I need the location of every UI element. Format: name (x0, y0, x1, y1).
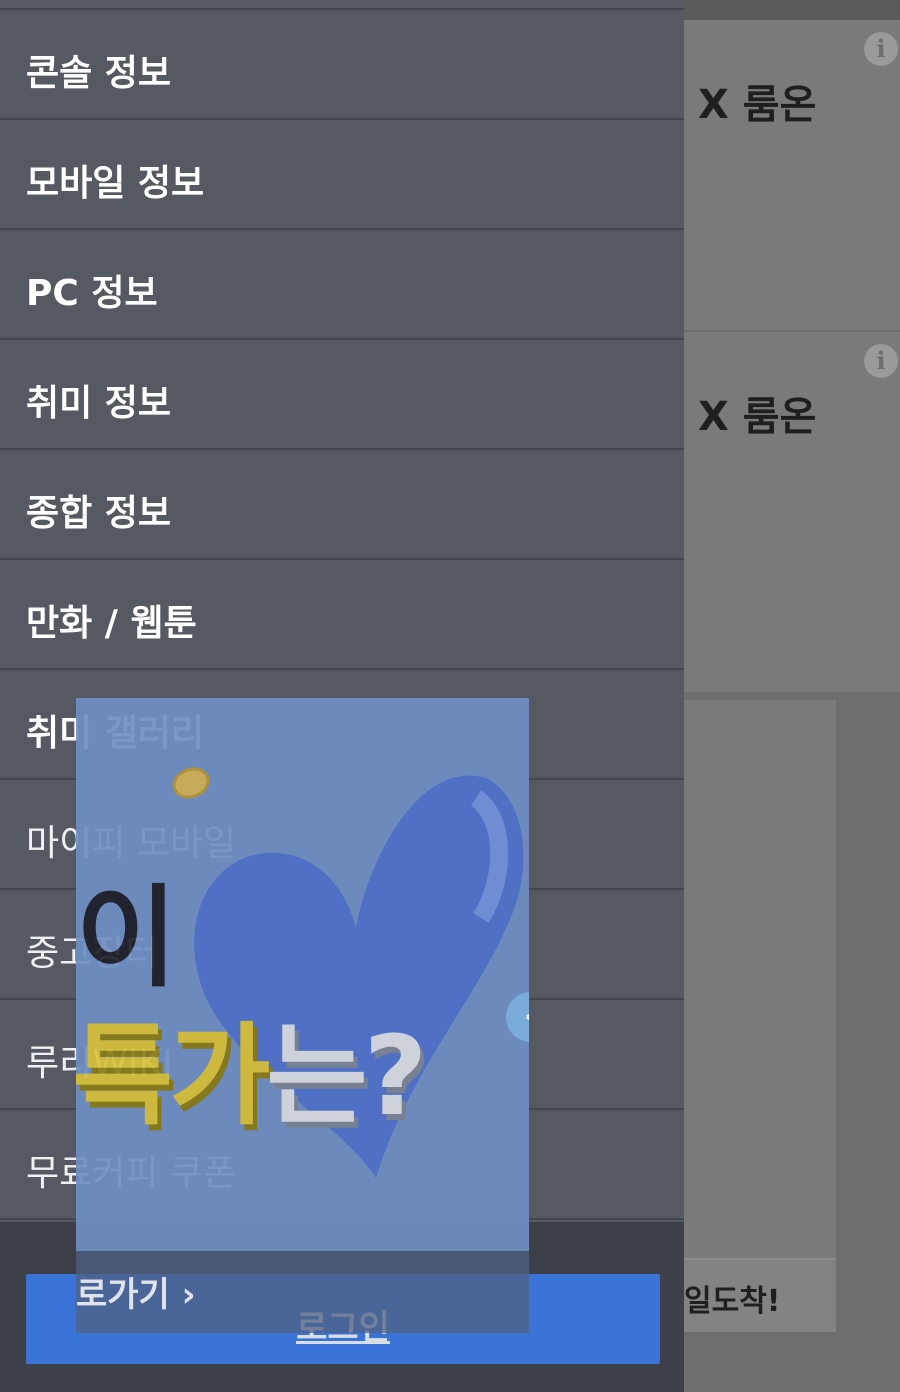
background-topbar (684, 0, 900, 20)
menu-item-label: 콘솔 정보 (26, 53, 172, 94)
card-title: X 룸온 (698, 394, 817, 440)
ad-headline-rest: 는? (266, 1012, 427, 1140)
background-card[interactable]: X 룸온 i (684, 332, 900, 692)
info-icon[interactable]: i (864, 32, 898, 66)
menu-item[interactable]: PC 정보 (0, 230, 684, 340)
menu-item[interactable]: 취미 정보 (0, 340, 684, 450)
floating-ad-banner[interactable]: 이 특가는? ‹ (76, 698, 529, 1251)
info-icon[interactable]: i (864, 344, 898, 378)
menu-item-label: PC 정보 (26, 273, 158, 314)
ad-cta-strip[interactable]: 로가기 › (76, 1251, 529, 1333)
background-card[interactable]: X 룸온 i (684, 20, 900, 330)
ad-headline: 특가는? (76, 986, 427, 1146)
menu-item[interactable]: 만화 / 웹툰 (0, 560, 684, 670)
menu-item-label: 만화 / 웹툰 (26, 603, 197, 644)
menu-item-label: 모바일 정보 (26, 163, 205, 204)
banner-text: 일도착! (684, 1284, 781, 1319)
menu-item[interactable]: 종합 정보 (0, 450, 684, 560)
card-title: X 룸온 (698, 82, 817, 128)
ad-partial-text: 이 (76, 874, 178, 1002)
drawer-top-edge (0, 0, 684, 10)
ad-headline-highlight: 특가 (76, 1012, 270, 1140)
background-banner[interactable]: 일도착! (684, 1258, 836, 1332)
menu-item-label: 취미 정보 (26, 383, 172, 424)
menu-item[interactable]: 모바일 정보 (0, 120, 684, 230)
ad-cta-text: 로가기 › (76, 1275, 196, 1315)
menu-item-label: 종합 정보 (26, 493, 172, 534)
background-side-panel (684, 700, 836, 1332)
menu-item[interactable]: 콘솔 정보 (0, 10, 684, 120)
